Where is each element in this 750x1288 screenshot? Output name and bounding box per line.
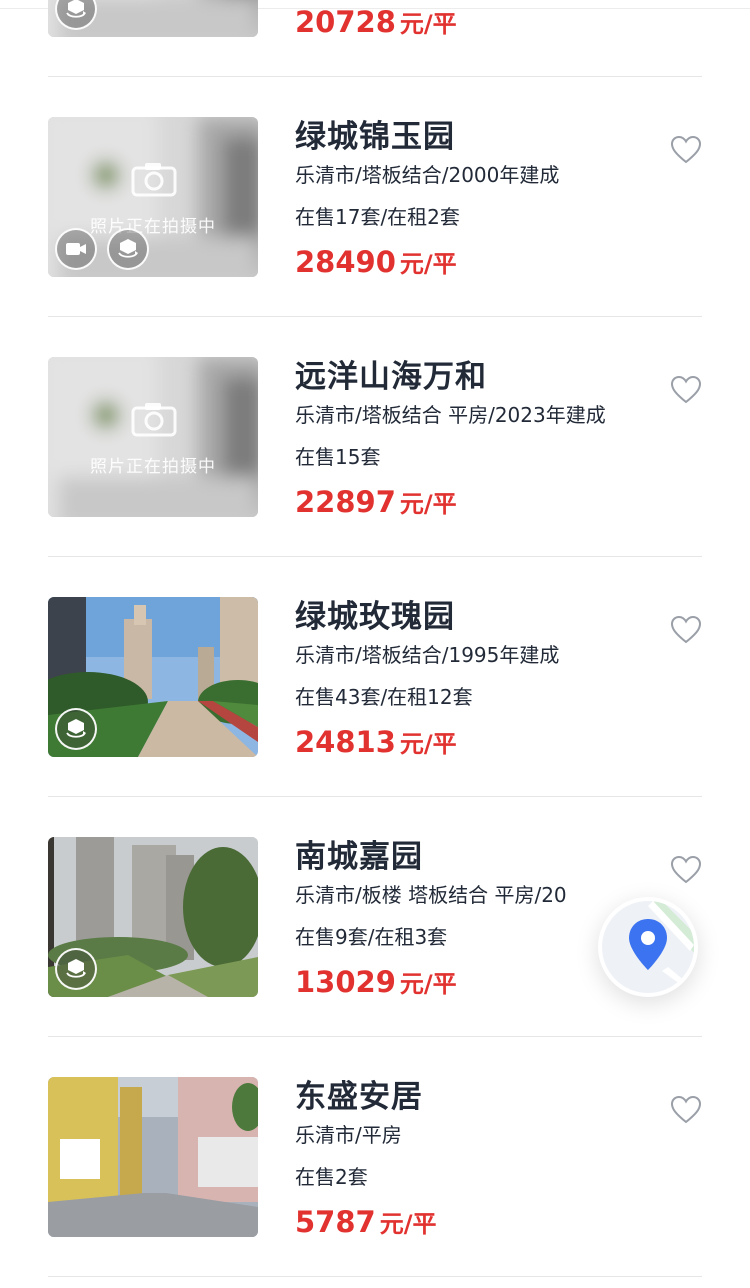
media-badges (55, 0, 97, 30)
map-view-button[interactable] (598, 897, 698, 997)
price-unit: 元/平 (399, 250, 457, 278)
listing-count: 在售2套 (295, 1165, 368, 1189)
listing-photo[interactable] (48, 837, 258, 997)
divider (48, 1276, 702, 1277)
listing-price: 24813 元/平 (295, 724, 702, 765)
video-icon[interactable] (55, 228, 97, 270)
listing-count: 在售43套/在租12套 (295, 685, 473, 709)
listing-price: 28490 元/平 (295, 244, 702, 285)
vr-icon[interactable] (55, 948, 97, 990)
listing-meta: 乐清市/塔板结合/1995年建成 (295, 643, 560, 667)
listing-photo[interactable]: 照片正在拍摄中 (48, 0, 258, 37)
listing-meta: 乐清市/平房 (295, 1123, 402, 1147)
heart-outline-icon (670, 375, 702, 404)
listing-price: 22897 元/平 (295, 484, 702, 525)
favorite-button[interactable] (670, 855, 702, 885)
price-unit: 元/平 (399, 10, 457, 38)
camera-icon (131, 163, 177, 197)
listing-photo[interactable]: 照片正在拍摄中 (48, 357, 258, 517)
listing-name: 绿城锦玉园 (295, 119, 455, 155)
photo-placeholder-text: 照片正在拍摄中 (90, 457, 216, 477)
listing-name: 绿城玫瑰园 (295, 599, 455, 635)
price-value: 13029 (295, 965, 396, 999)
listing-count: 在售17套/在租2套 (295, 205, 460, 229)
photo-image (48, 1077, 258, 1237)
media-badges (55, 708, 97, 750)
listing-card[interactable]: 照片正在拍摄中 绿城锦玉园乐清市/塔板结合/2000年建成 在售17套/在租2套 28… (0, 77, 750, 317)
heart-outline-icon (670, 615, 702, 644)
listing-name: 远洋山海万和 (295, 359, 487, 395)
listing-meta: 乐清市/塔板结合/2000年建成 (295, 163, 560, 187)
price-value: 22897 (295, 485, 396, 519)
media-badges (55, 948, 97, 990)
heart-outline-icon (670, 1095, 702, 1124)
listing-info: 在售25套/在租11套20728元/平 (295, 0, 702, 45)
listing-card[interactable]: 东盛安居乐清市/平房 在售2套 5787 元/平 (0, 1037, 750, 1277)
listing-card[interactable]: 照片正在拍摄中 远洋山海万和乐清市/塔板结合 平房/2023年建成 在售15套 228… (0, 317, 750, 557)
favorite-button[interactable] (670, 135, 702, 165)
vr-icon[interactable] (55, 708, 97, 750)
photo-image (48, 357, 258, 517)
price-value: 5787 (295, 1205, 376, 1239)
price-value: 28490 (295, 245, 396, 279)
favorite-button[interactable] (670, 1095, 702, 1125)
price-unit: 元/平 (399, 730, 457, 758)
community-list: 照片正在拍摄中在售25套/在租11套20728元/平 照片正在拍摄中绿城锦玉园乐… (0, 0, 750, 1277)
listing-price: 5787 元/平 (295, 1204, 702, 1245)
listing-info: 绿城锦玉园乐清市/塔板结合/2000年建成 在售17套/在租2套 28490 元/平 (295, 117, 702, 285)
listing-info: 远洋山海万和乐清市/塔板结合 平房/2023年建成 在售15套 22897 元/平 (295, 357, 702, 525)
heart-outline-icon (670, 855, 702, 884)
price-unit: 元/平 (379, 1210, 437, 1238)
listing-price: 20728 元/平 (295, 4, 702, 45)
listing-meta: 乐清市/塔板结合 平房/2023年建成 (295, 403, 606, 427)
listing-name: 东盛安居 (295, 1079, 423, 1115)
camera-icon (131, 403, 177, 437)
favorite-button[interactable] (670, 375, 702, 405)
listing-info: 东盛安居乐清市/平房 在售2套 5787 元/平 (295, 1077, 702, 1245)
listing-photo[interactable]: 照片正在拍摄中 (48, 117, 258, 277)
listing-photo[interactable] (48, 1077, 258, 1237)
price-unit: 元/平 (399, 490, 457, 518)
map-pin-icon (602, 901, 694, 993)
price-unit: 元/平 (399, 970, 457, 998)
listing-info: 绿城玫瑰园乐清市/塔板结合/1995年建成 在售43套/在租12套 24813 元/平 (295, 597, 702, 765)
listing-card[interactable]: 绿城玫瑰园乐清市/塔板结合/1995年建成 在售43套/在租12套 24813 元/平 (0, 557, 750, 797)
listing-card[interactable]: 照片正在拍摄中在售25套/在租11套20728元/平 (0, 0, 750, 77)
media-badges (55, 228, 149, 270)
vr-icon[interactable] (55, 0, 97, 30)
favorite-button[interactable] (670, 615, 702, 645)
price-value: 24813 (295, 725, 396, 759)
vr-icon[interactable] (107, 228, 149, 270)
listing-photo[interactable] (48, 597, 258, 757)
heart-outline-icon (670, 135, 702, 164)
listing-name: 南城嘉园 (295, 839, 423, 875)
listing-count: 在售15套 (295, 445, 381, 469)
price-value: 20728 (295, 5, 396, 39)
